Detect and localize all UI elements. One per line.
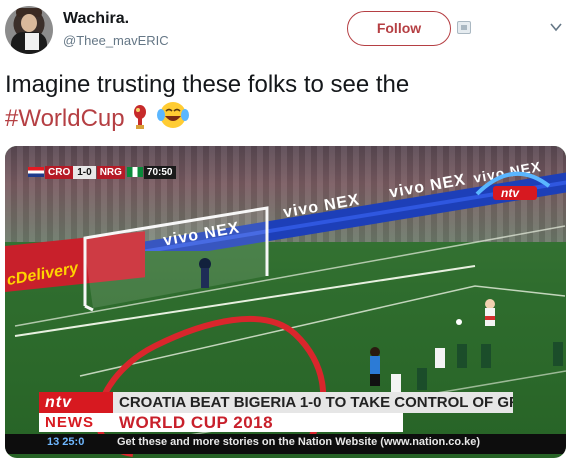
news-ticker: ntv NEWS CROATIA BEAT BIGERIA 1-0 TO TAK… (5, 392, 566, 458)
ticker-headline: CROATIA BEAT BIGERIA 1-0 TO TAKE CONTROL… (113, 392, 513, 413)
ticker-crawl: Get these and more stories on the Nation… (117, 436, 481, 448)
logo-bottom-text: NEWS (45, 414, 94, 431)
avatar-paper (25, 33, 39, 50)
tweet-photo[interactable]: cDelivery vivo NEX vivo NEX vivo NEX viv… (5, 146, 566, 458)
follow-button[interactable]: Follow (347, 11, 451, 46)
ticker-subheadline: WORLD CUP 2018 (113, 413, 403, 432)
broadcaster-logo-text: ntv (501, 186, 519, 200)
match-clock: 70:50 (143, 165, 176, 179)
display-name[interactable]: Wachira. (63, 10, 129, 28)
tweet-text: Imagine trusting these folks to see the … (5, 70, 560, 134)
hashtag-link[interactable]: #WorldCup (5, 105, 125, 132)
match-scoreboard: CRO 1-0 NRG 70:50 (28, 165, 176, 179)
ntv-news-logo: ntv NEWS (39, 392, 113, 432)
add-to-list-icon[interactable] (457, 21, 471, 34)
ticker-clock: 13 25:0 (47, 436, 85, 448)
nigeria-flag-icon (126, 167, 143, 177)
broadcaster-logo: ntv (473, 164, 553, 204)
croatia-flag-icon (28, 167, 44, 177)
logo-top-text: ntv (45, 394, 72, 411)
face-with-tears-of-joy-emoji (156, 102, 189, 128)
home-team: CRO (45, 165, 74, 179)
user-handle[interactable]: @Thee_mavERIC (63, 33, 169, 48)
tweet-body: Imagine trusting these folks to see the (5, 71, 410, 98)
away-team: NRG (96, 165, 125, 179)
tweet-header: Wachira. @Thee_mavERIC Follow (5, 6, 564, 58)
trophy-emoji (134, 105, 147, 129)
avatar-face (21, 14, 37, 32)
match-score: 1-0 (73, 165, 96, 179)
avatar[interactable] (5, 6, 53, 54)
chevron-down-icon[interactable] (549, 20, 563, 34)
